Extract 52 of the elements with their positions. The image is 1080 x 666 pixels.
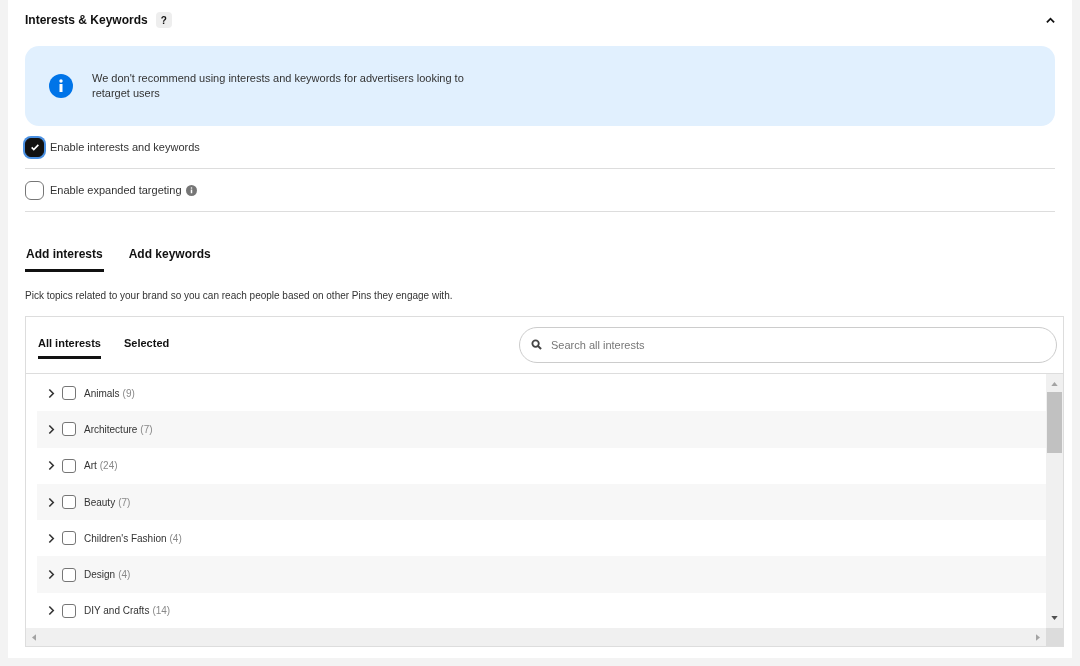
interest-name: Animals <box>84 386 120 401</box>
interest-name: Architecture <box>84 422 138 437</box>
checkmark-icon <box>29 142 40 152</box>
checkbox[interactable] <box>62 567 76 582</box>
interest-row[interactable]: Design (4) <box>37 556 1046 593</box>
chevron-icon[interactable] <box>48 569 55 581</box>
chevron-icon[interactable] <box>48 423 55 435</box>
interest-row[interactable]: Architecture (7) <box>37 411 1046 448</box>
info-icon <box>49 74 73 98</box>
interest-row[interactable]: Beauty (7) <box>37 483 1046 521</box>
description: Pick topics related to your brand so you can reach people based on other Pins they engage with. <box>25 289 454 303</box>
interest-count: (14) <box>152 604 171 619</box>
tab[interactable]: Selected <box>123 334 170 360</box>
option-label: Enable expanded targeting <box>50 182 182 198</box>
search-icon <box>531 339 542 350</box>
tab[interactable]: All interests <box>38 334 101 360</box>
checkbox[interactable] <box>62 603 76 618</box>
interest-name: Art <box>84 459 97 474</box>
search-field[interactable]: Search all interests <box>519 327 1057 363</box>
interest-name: DIY and Crafts <box>84 604 150 619</box>
help-badge[interactable]: ? <box>155 12 172 28</box>
chevron-icon[interactable] <box>48 532 55 544</box>
checkbox[interactable] <box>62 531 76 546</box>
checkbox[interactable] <box>25 137 44 157</box>
section-title: Interests & Keywords <box>25 12 148 29</box>
collapse-icon[interactable] <box>1046 15 1055 25</box>
checkbox[interactable] <box>25 180 44 200</box>
chevron-icon[interactable] <box>48 496 55 508</box>
chevron-icon[interactable] <box>48 605 55 617</box>
scroll-thumb[interactable] <box>1047 392 1062 453</box>
interest-count: (9) <box>122 386 135 401</box>
interest-name: Design <box>84 568 116 583</box>
chevron-icon[interactable] <box>48 460 55 472</box>
interest-count: (7) <box>118 495 131 510</box>
notice-text: We don't recommend using interests and keywords for advertisers looking to retarget users <box>92 71 465 101</box>
interest-count: (4) <box>169 531 182 546</box>
option-label: Enable interests and keywords <box>50 139 200 155</box>
chevron-icon[interactable] <box>48 387 55 399</box>
interest-name: Children's Fashion <box>84 531 167 546</box>
interest-name: Beauty <box>84 495 116 510</box>
info-icon[interactable] <box>185 184 197 196</box>
checkbox[interactable] <box>62 458 76 473</box>
interest-count: (24) <box>99 459 118 474</box>
tab[interactable]: Add keywords <box>127 244 212 272</box>
checkbox[interactable] <box>62 495 76 510</box>
checkbox[interactable] <box>62 386 76 401</box>
checkbox[interactable] <box>62 422 76 437</box>
interest-count: (7) <box>140 422 153 437</box>
tab[interactable]: Add interests <box>25 244 104 272</box>
scroll-down-icon[interactable] <box>1051 616 1058 620</box>
interest-count: (4) <box>118 568 131 583</box>
vertical-scrollbar[interactable] <box>1046 374 1063 628</box>
